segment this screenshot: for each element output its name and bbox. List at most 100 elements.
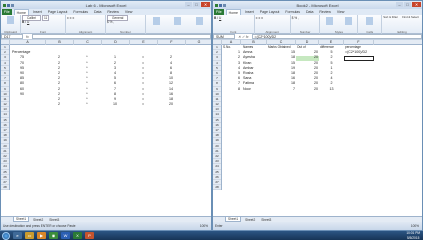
styles-group: Styles <box>320 15 359 34</box>
font-label: Font <box>39 30 46 34</box>
sheet-tab[interactable]: Sheet2 <box>31 218 45 222</box>
font-group: B I U Font <box>213 15 255 34</box>
row-header[interactable]: 28 <box>213 185 221 191</box>
minimize-button[interactable]: – <box>396 2 403 7</box>
row-headers: 1 2 3 4 5 6 7 8 9 10 11 12 13 14 15 16 17 18 19 20 21 22 23 24 2… <box>1 45 10 191</box>
table-cell[interactable] <box>345 87 374 92</box>
table-cell[interactable]: * <box>74 102 100 107</box>
ie-icon[interactable]: e <box>13 232 22 239</box>
column-header[interactable]: A <box>10 40 46 45</box>
paste-icon[interactable] <box>7 16 14 24</box>
alignment-label: Alignment <box>78 30 93 34</box>
column-header[interactable]: B <box>46 40 74 45</box>
chrome-icon[interactable]: ◉ <box>49 232 58 239</box>
ribbon: B I U Font ≡ ≡ ≡ Alignment $ % , Number … <box>213 15 422 34</box>
word-icon[interactable]: W <box>61 232 70 239</box>
bold-button[interactable]: B <box>22 20 24 24</box>
number-label: Number <box>120 30 131 34</box>
column-header[interactable]: F <box>158 40 186 45</box>
table-cell[interactable] <box>12 102 32 107</box>
table-cell[interactable]: 20 <box>158 102 184 107</box>
formula-input[interactable]: =(C2*100)/D2 <box>251 34 422 39</box>
column-header[interactable]: C <box>74 40 102 45</box>
status-text: Enter <box>215 224 223 228</box>
column-header[interactable]: E <box>130 40 158 45</box>
name-box[interactable]: SUM <box>213 34 235 39</box>
fx-icon[interactable]: fx <box>23 35 32 39</box>
minimize-button[interactable]: – <box>185 2 192 7</box>
cells-group: Cells <box>358 15 383 34</box>
insert-cells-icon[interactable] <box>366 17 374 25</box>
table-cell[interactable]: 20 <box>297 87 318 92</box>
styles-group <box>146 15 210 34</box>
excel-taskbar-icon[interactable]: X <box>73 232 82 239</box>
styles-label: Styles <box>334 30 343 34</box>
name-box[interactable]: D17 <box>1 34 23 39</box>
conditional-format-icon[interactable] <box>326 17 334 25</box>
window-title: Lab 6 - Microsoft Excel <box>85 2 127 8</box>
table-cell[interactable]: 7 <box>268 87 295 92</box>
sort-filter-button[interactable]: Sort & Filter <box>383 16 400 19</box>
table-cell[interactable]: 8 <box>223 87 240 92</box>
row-header[interactable]: 28 <box>1 185 9 191</box>
column-header[interactable]: D <box>102 40 130 45</box>
right-excel-window: Book2 - Microsoft Excel – □ ✕ File Home In… <box>212 0 423 231</box>
cell-styles-icon[interactable] <box>344 17 352 25</box>
clipboard-label: Clipboard <box>4 30 17 34</box>
start-button[interactable] <box>2 231 10 240</box>
media-icon[interactable]: ▶ <box>37 232 46 239</box>
align-icons[interactable]: ≡ ≡ ≡ <box>66 15 105 21</box>
folder-icon[interactable]: ▭ <box>25 232 34 239</box>
close-button[interactable]: ✕ <box>201 2 210 7</box>
maximize-button[interactable]: □ <box>193 2 200 7</box>
spreadsheet-grid[interactable]: A B C D E F G 1 2 3 4 5 6 7 8 9 10 11 12 13 14 15 16 17 1… <box>1 40 211 200</box>
window-title: Book2 - Microsoft Excel <box>296 2 339 8</box>
status-text: Use destination and press ENTER or choos… <box>3 224 76 228</box>
font-label: Font <box>230 30 237 34</box>
zoom-level[interactable]: 100% <box>200 222 208 230</box>
table-cell[interactable]: 2 <box>46 102 72 107</box>
spreadsheet-grid[interactable]: A B C D E F 1 2 3 4 5 6 7 8 9 10 11 12 13 14 15 16 17 18 1… <box>213 40 422 200</box>
close-button[interactable]: ✕ <box>412 2 421 7</box>
clock-time: 10:01 PM <box>406 231 420 235</box>
powerpoint-icon[interactable]: P <box>85 232 94 239</box>
column-headers: A B C D E F G <box>1 40 211 45</box>
find-select-button[interactable]: Find & Select <box>402 16 419 19</box>
number-group: General $ % , Number <box>106 15 146 34</box>
formula-input[interactable] <box>31 34 211 39</box>
sheet-tab[interactable]: Sheet3 <box>259 218 273 222</box>
clock-date: 5/5/2015 <box>406 235 420 240</box>
maximize-button[interactable]: □ <box>404 2 411 7</box>
font-size-select[interactable]: 11 <box>41 15 50 21</box>
fx-icon[interactable]: ✕ ✓ fx <box>235 35 252 39</box>
italic-button[interactable]: I <box>25 20 26 24</box>
left-excel-window: Lab 6 - Microsoft Excel – □ ✕ File Home In… <box>0 0 212 231</box>
format-table-icon[interactable] <box>174 17 182 25</box>
system-clock[interactable]: 10:01 PM 5/5/2015 <box>406 231 420 240</box>
clipboard-group: Clipboard <box>1 15 21 34</box>
underline-button[interactable]: U <box>219 16 221 20</box>
editing-group: Sort & Filter Find & Select Editing <box>382 15 422 34</box>
table-cell[interactable]: Noor <box>243 87 267 92</box>
number-format-select[interactable]: General <box>107 15 129 21</box>
column-header[interactable]: G <box>186 40 211 45</box>
italic-button[interactable]: I <box>217 16 218 20</box>
sheet-tab[interactable]: Sheet2 <box>243 218 257 222</box>
table-cell[interactable]: 10 <box>102 102 128 107</box>
active-cell[interactable] <box>344 55 374 61</box>
taskbar: e ▭ ▶ ◉ W X P 10:01 PM 5/5/2015 <box>0 231 423 240</box>
table-cell[interactable]: = <box>130 102 156 107</box>
row-headers: 1 2 3 4 5 6 7 8 9 10 11 12 13 14 15 16 17 18 19 20 21 22 23 24 2… <box>213 45 222 191</box>
cell-styles-icon[interactable] <box>196 17 204 25</box>
sheet-tab[interactable]: Sheet3 <box>47 218 61 222</box>
table-cell[interactable]: 13 <box>320 87 343 92</box>
cells-label: Cells <box>366 30 374 34</box>
editing-label: Editing <box>397 30 407 34</box>
zoom-level[interactable]: 100% <box>411 222 419 230</box>
conditional-format-icon[interactable] <box>152 17 160 25</box>
title-bar: Book2 - Microsoft Excel – □ ✕ <box>213 1 422 9</box>
align-icons[interactable]: ≡ ≡ ≡ <box>255 15 290 21</box>
underline-button[interactable]: U <box>27 20 29 24</box>
bold-button[interactable]: B <box>214 16 216 20</box>
status-bar: Enter 100% <box>213 222 422 230</box>
